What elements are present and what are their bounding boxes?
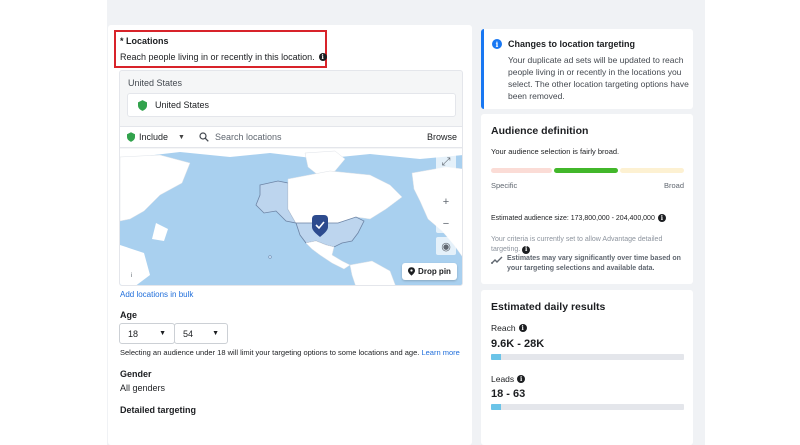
location-pin-icon <box>127 132 135 142</box>
age-hint-text: Selecting an audience under 18 will limi… <box>120 348 420 357</box>
estimated-audience-size: Estimated audience size: 173,800,000 - 2… <box>491 214 666 222</box>
caret-down-icon: ▼ <box>159 330 166 337</box>
locations-description-text: Reach people living in or recently in th… <box>120 52 315 62</box>
leads-value: 18 - 63 <box>491 388 526 400</box>
audience-breadth-text: Your audience selection is fairly broad. <box>491 147 620 156</box>
reach-bar <box>491 354 684 360</box>
age-max-value: 54 <box>183 328 194 339</box>
reach-bar-fill <box>491 354 501 360</box>
meter-broad-segment <box>620 168 684 173</box>
map-info-icon[interactable]: i <box>127 271 136 280</box>
estimates-note: Estimates may vary significantly over ti… <box>491 254 686 274</box>
left-background <box>0 0 107 445</box>
fullscreen-icon[interactable]: ⤢ <box>436 153 456 171</box>
audience-title: Audience definition <box>491 125 589 137</box>
meter-specific-segment <box>491 168 552 173</box>
info-icon[interactable]: i <box>517 375 526 383</box>
locations-description: Reach people living in or recently in th… <box>120 52 327 62</box>
drop-pin-button[interactable]: Drop pin <box>402 263 457 280</box>
pin-icon <box>408 267 416 276</box>
leads-label-text: Leads <box>491 374 515 384</box>
detailed-targeting-label: Detailed targeting <box>120 405 197 415</box>
reach-label: Reach i <box>491 323 527 333</box>
estimated-size-text: Estimated audience size: 173,800,000 - 2… <box>491 214 655 222</box>
leads-label: Leads i <box>491 374 526 384</box>
learn-more-link[interactable]: Learn more <box>421 348 459 357</box>
caret-down-icon: ▼ <box>178 133 185 141</box>
daily-results-title: Estimated daily results <box>491 301 606 313</box>
notice-title: Changes to location targeting <box>508 39 636 49</box>
country-header: United States <box>128 78 183 88</box>
include-dropdown[interactable]: Include ▼ <box>127 132 185 142</box>
age-label: Age <box>120 310 138 320</box>
audience-meter <box>491 168 684 173</box>
criteria-note-text: Your criteria is currently set to allow … <box>491 236 663 253</box>
age-max-select[interactable]: 54 ▼ <box>174 323 228 344</box>
zoom-out-button[interactable]: − <box>436 215 456 233</box>
search-icon <box>199 132 209 142</box>
leads-bar-fill <box>491 404 501 410</box>
info-icon[interactable]: i <box>522 246 531 254</box>
specific-label: Specific <box>491 181 518 190</box>
audience-definition-card: Audience definition Your audience select… <box>481 114 693 284</box>
search-placeholder: Search locations <box>214 132 282 142</box>
broad-label: Broad <box>663 181 684 190</box>
trend-icon <box>491 256 503 264</box>
location-map[interactable]: ⤢ + − ◉ i Drop pin <box>120 149 462 285</box>
gender-label: Gender <box>120 369 152 379</box>
age-min-value: 18 <box>128 328 139 339</box>
age-min-select[interactable]: 18 ▼ <box>119 323 175 344</box>
age-hint: Selecting an audience under 18 will limi… <box>120 348 460 357</box>
info-icon[interactable]: i <box>318 53 327 61</box>
reach-value: 9.6K - 28K <box>491 338 545 350</box>
include-label: Include <box>139 132 169 142</box>
my-location-icon[interactable]: ◉ <box>436 237 456 255</box>
estimated-daily-results-card: Estimated daily results Reach i 9.6K - 2… <box>481 290 693 445</box>
caret-down-icon: ▼ <box>212 330 219 337</box>
estimates-note-text: Estimates may vary significantly over ti… <box>507 255 681 272</box>
locations-title: * Locations <box>120 36 169 46</box>
gender-value[interactable]: All genders <box>120 383 165 393</box>
meter-active-segment <box>554 168 618 173</box>
browse-button[interactable]: Browse <box>427 132 457 142</box>
add-locations-bulk-link[interactable]: Add locations in bulk <box>120 290 193 299</box>
selected-location-label: United States <box>155 100 210 110</box>
map-controls: ⤢ + − ◉ <box>436 153 456 257</box>
info-icon: i <box>492 39 502 49</box>
location-targeting-notice: i Changes to location targeting Your dup… <box>481 29 693 109</box>
drop-pin-label: Drop pin <box>418 267 451 276</box>
locations-panel: United States United States Include ▼ Se… <box>119 70 463 286</box>
criteria-note: Your criteria is currently set to allow … <box>491 235 686 255</box>
right-background <box>705 0 800 445</box>
location-search-input[interactable]: Search locations <box>199 132 427 142</box>
leads-bar <box>491 404 684 410</box>
reach-label-text: Reach <box>491 323 516 333</box>
info-icon[interactable]: i <box>518 324 527 332</box>
notice-body: Your duplicate ad sets will be updated t… <box>508 55 689 101</box>
info-icon[interactable]: i <box>657 214 666 222</box>
selected-location-chip[interactable]: United States <box>127 93 456 117</box>
location-pin-icon <box>138 99 147 111</box>
zoom-in-button[interactable]: + <box>436 193 456 211</box>
location-search-row: Include ▼ Search locations Browse <box>120 126 462 148</box>
